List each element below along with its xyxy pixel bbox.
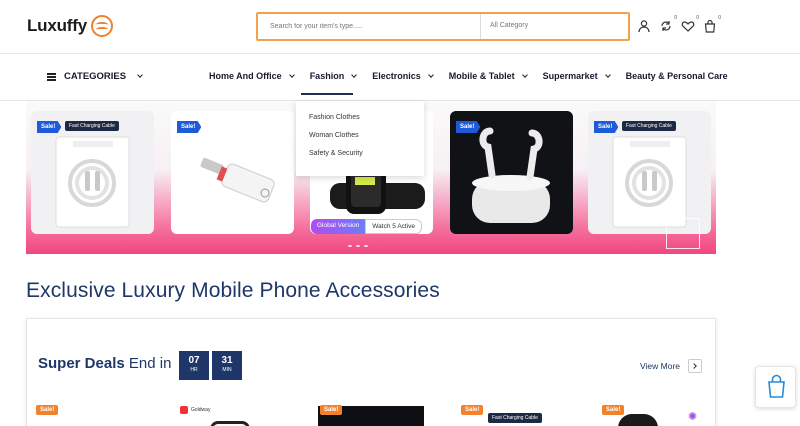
nav-item-electronics[interactable]: Electronics — [372, 71, 434, 81]
fast-charging-tag: Fast Charging Cable — [65, 121, 119, 131]
view-more-link[interactable]: View More — [640, 359, 702, 373]
timer-hours-label: HR — [190, 367, 198, 373]
shopping-bag-icon — [768, 374, 785, 398]
nav-item-fashion[interactable]: Fashion — [300, 71, 358, 95]
sparkle-icon: ✺ — [688, 411, 698, 423]
category-select[interactable]: All Category — [480, 14, 628, 39]
nav-item-label: Electronics — [372, 71, 421, 81]
nav-item-supermarket[interactable]: Supermarket — [542, 71, 611, 81]
logo-text: Luxuffy — [27, 16, 87, 35]
section-title: Exclusive Luxury Mobile Phone Accessorie… — [26, 279, 440, 302]
dropdown-item-fashion-clothes[interactable]: Fashion Clothes — [309, 114, 411, 121]
global-version-label: Global Version — [311, 219, 366, 234]
deals-heading: Super Deals End in — [38, 355, 171, 372]
floating-cart-button[interactable] — [755, 366, 796, 408]
nav-item-label: Mobile & Tablet — [448, 71, 515, 81]
brand-logo-icon — [180, 406, 188, 414]
sale-badge: Sale! — [456, 121, 481, 133]
cart-count: 0 — [718, 15, 721, 21]
nav-item-beauty[interactable]: Beauty & Personal Care — [626, 71, 728, 81]
header-icons: 0 0 0 — [637, 15, 721, 33]
categories-label: CATEGORIES — [64, 71, 127, 82]
compare-count: 0 — [674, 15, 677, 21]
carousel-dot[interactable] — [348, 245, 352, 247]
hamburger-icon — [47, 72, 56, 81]
search-bar: All Category — [256, 12, 630, 41]
header: Luxuffy All Category 0 0 0 — [0, 0, 800, 54]
nav-item-label: Beauty & Personal Care — [625, 71, 728, 81]
sale-badge: Sale! — [602, 405, 625, 415]
main-nav: CATEGORIES Home And Office Fashion Elect… — [0, 55, 800, 101]
product-card-earbuds[interactable]: Sale! — [450, 111, 573, 234]
wishlist-count: 0 — [696, 15, 699, 21]
fast-charging-tag: Fast Charging Cable — [488, 413, 542, 423]
deals-title: Super Deals — [38, 355, 125, 372]
watch-version-tag: Global Version Watch 5 Active — [311, 219, 423, 234]
sale-badge: Sale! — [36, 405, 59, 415]
chevron-right-icon[interactable] — [688, 359, 702, 373]
fast-charging-tag: Fast Charging Cable — [622, 121, 676, 131]
watch-model-label: Watch 5 Active — [365, 219, 423, 234]
product-card-cable[interactable]: Sale! Fast Charging Cable — [31, 111, 154, 234]
cart-bag-icon[interactable]: 0 — [703, 15, 721, 33]
sale-badge: Sale! — [177, 121, 202, 133]
nav-item-mobile-tablet[interactable]: Mobile & Tablet — [448, 71, 528, 81]
wishlist-heart-icon[interactable]: 0 — [681, 15, 699, 33]
chevron-down-icon — [288, 71, 295, 78]
nav-item-label: Supermarket — [542, 71, 598, 81]
timer-minutes: 31 MIN — [212, 351, 242, 380]
chevron-down-icon — [604, 71, 611, 78]
categories-toggle[interactable]: CATEGORIES — [47, 71, 143, 82]
logo[interactable]: Luxuffy — [27, 15, 113, 37]
timer-hours-value: 07 — [188, 355, 200, 366]
sale-badge: Sale! — [320, 405, 343, 415]
carousel-dot[interactable] — [356, 245, 360, 247]
brand-tag: Goldway — [180, 406, 210, 414]
sale-badge: Sale! — [37, 121, 62, 133]
nav-item-label: Home And Office — [209, 71, 282, 81]
brand-label: Goldway — [191, 407, 211, 413]
compare-icon[interactable]: 0 — [659, 15, 677, 33]
timer-minutes-value: 31 — [221, 355, 233, 366]
timer-hours: 07 HR — [179, 351, 209, 380]
dropdown-item-safety-security[interactable]: Safety & Security — [309, 150, 411, 157]
carousel-dot[interactable] — [364, 245, 368, 247]
dropdown-item-woman-clothes[interactable]: Woman Clothes — [309, 132, 411, 139]
chevron-down-icon — [521, 71, 528, 78]
carousel-dots[interactable] — [348, 245, 368, 247]
product-card-cable[interactable]: Sale! Fast Charging Cable — [588, 111, 711, 234]
chevron-down-icon — [427, 71, 434, 78]
product-image-headset — [210, 421, 250, 426]
product-card-adapter[interactable]: Sale! — [171, 111, 294, 234]
chevron-down-icon — [351, 71, 358, 78]
chevron-down-icon — [137, 72, 143, 78]
logo-mark-icon — [90, 15, 113, 37]
sale-badge: Sale! — [461, 405, 484, 415]
timer-minutes-label: MIN — [222, 367, 232, 373]
nav-item-home-office[interactable]: Home And Office — [209, 71, 295, 81]
sale-badge: Sale! — [594, 121, 619, 133]
banner-frame-outline — [666, 218, 700, 249]
product-image-mouse — [618, 414, 658, 426]
fashion-dropdown: Fashion Clothes Woman Clothes Safety & S… — [296, 101, 424, 176]
nav-menu: Home And Office Fashion Electronics Mobi… — [209, 71, 728, 95]
user-icon[interactable] — [637, 19, 651, 33]
deals-subtitle: End in — [128, 355, 172, 372]
nav-item-label: Fashion — [309, 71, 345, 81]
search-input[interactable] — [258, 14, 480, 39]
view-more-label: View More — [640, 361, 680, 371]
